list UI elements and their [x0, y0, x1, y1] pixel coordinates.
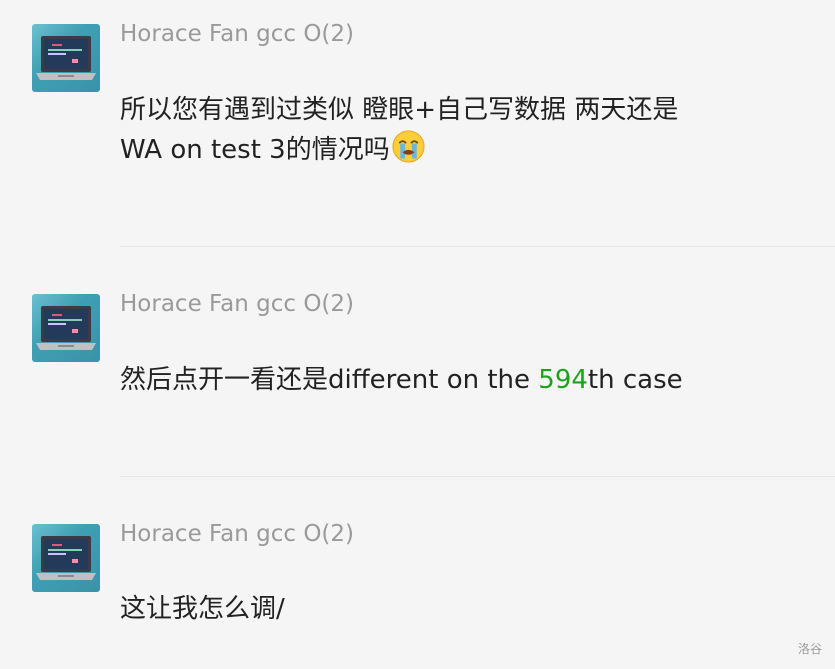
avatar[interactable]: [32, 524, 100, 592]
message-author[interactable]: Horace Fan gcc O(2): [120, 291, 354, 317]
watermark: 洛谷: [797, 642, 822, 656]
message-text: th case: [587, 365, 683, 395]
message-author[interactable]: Horace Fan gcc O(2): [120, 521, 354, 547]
crying-face-icon: [392, 130, 425, 163]
message-text: 然后点开一看还是different on the: [120, 365, 539, 395]
message-divider: [120, 246, 835, 247]
message-line: 所以您有遇到过类似 瞪眼+自己写数据 两天还是: [120, 95, 679, 125]
message-content: 然后点开一看还是different on the 594th case: [120, 362, 683, 399]
message-author[interactable]: Horace Fan gcc O(2): [120, 21, 354, 47]
avatar[interactable]: [32, 24, 100, 92]
laptop-avatar-image: [36, 36, 96, 80]
laptop-avatar-image: [36, 306, 96, 350]
avatar[interactable]: [32, 294, 100, 362]
laptop-avatar-image: [36, 536, 96, 580]
message-line: WA on test 3的情况吗: [120, 129, 678, 169]
highlighted-number: 594: [538, 365, 588, 395]
message-content: 所以您有遇到过类似 瞪眼+自己写数据 两天还是 WA on test 3的情况吗: [120, 92, 678, 169]
message-content: 这让我怎么调/: [120, 594, 285, 624]
message-divider: [120, 476, 835, 477]
